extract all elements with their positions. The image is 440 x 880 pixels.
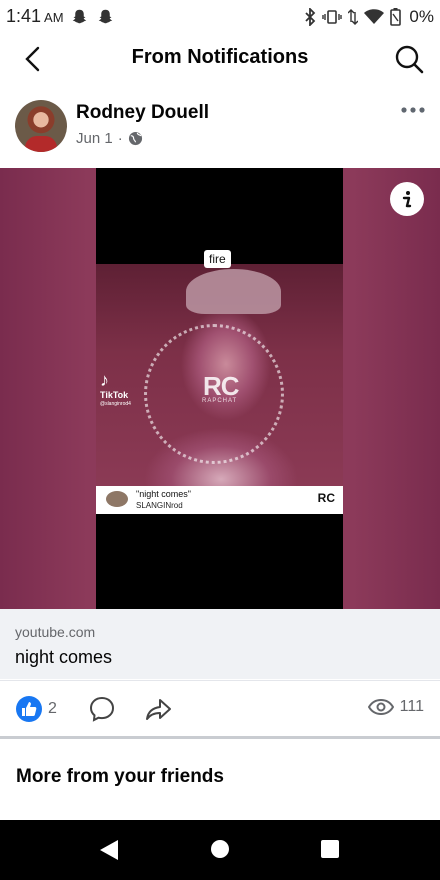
rapchat-watermark-sub: RAPCHAT xyxy=(202,398,238,404)
fire-label: fire xyxy=(204,250,231,268)
share-icon[interactable] xyxy=(144,695,172,723)
snapchat-icon xyxy=(98,9,113,24)
nav-home-icon[interactable] xyxy=(211,840,229,858)
link-domain: youtube.com xyxy=(15,624,96,640)
view-count: 111 xyxy=(367,698,424,716)
post-header: Rodney Douell Jun 1 · xyxy=(0,92,440,162)
like-button[interactable] xyxy=(16,696,42,722)
battery-icon xyxy=(390,8,402,26)
nav-back-icon[interactable] xyxy=(98,839,120,861)
page-title: From Notifications xyxy=(131,46,309,68)
eye-icon xyxy=(367,698,394,716)
tiktok-label: TikTok xyxy=(100,390,129,400)
clock-ampm: AM xyxy=(44,10,64,25)
song-logo: RC xyxy=(317,491,335,505)
tiktok-watermark: ♪ TikTok xyxy=(100,371,128,400)
video-thumbnail: RC RAPCHAT ♪ TikTok @slanginrod4 xyxy=(96,264,343,486)
person-cap xyxy=(186,269,281,314)
meta-separator: · xyxy=(117,130,123,147)
section-divider xyxy=(0,736,440,739)
link-preview[interactable]: youtube.com night comes xyxy=(0,609,440,679)
link-title: night comes xyxy=(15,647,113,667)
nav-recents-icon[interactable] xyxy=(321,840,339,858)
post-meta: Jun 1 · xyxy=(76,130,143,147)
status-bar: 1:41 AM 0% xyxy=(0,0,440,34)
view-count-value: 111 xyxy=(399,698,424,715)
globe-icon xyxy=(128,131,142,146)
info-button[interactable] xyxy=(390,182,424,216)
song-title: "night comes" xyxy=(136,489,191,499)
song-bar: "night comes" SLANGINrod RC xyxy=(96,486,343,514)
tiktok-handle: @slanginrod4 xyxy=(100,401,131,407)
avatar-shirt xyxy=(25,136,57,152)
song-thumbnail xyxy=(106,491,128,507)
data-icon xyxy=(348,9,359,25)
status-time: 1:41 AM xyxy=(6,6,64,27)
system-nav-bar xyxy=(0,820,440,880)
avatar[interactable] xyxy=(15,100,67,152)
post-date[interactable]: Jun 1 xyxy=(76,130,113,147)
video-media[interactable]: RC RAPCHAT ♪ TikTok @slanginrod4 fire "n… xyxy=(0,168,440,609)
vibrate-icon xyxy=(322,10,343,24)
song-artist: SLANGINrod xyxy=(136,501,183,510)
thumbs-up-icon xyxy=(22,702,37,716)
tiktok-icon: ♪ xyxy=(100,370,109,390)
comment-icon[interactable] xyxy=(88,695,116,723)
wifi-icon xyxy=(364,9,385,24)
bluetooth-icon xyxy=(305,8,316,26)
top-header: From Notifications xyxy=(0,34,440,84)
like-count[interactable]: 2 xyxy=(48,700,57,718)
search-icon[interactable] xyxy=(392,42,426,76)
video-frame[interactable]: RC RAPCHAT ♪ TikTok @slanginrod4 fire "n… xyxy=(96,168,343,609)
section-title: More from your friends xyxy=(16,766,224,787)
info-icon xyxy=(402,191,412,208)
author-name[interactable]: Rodney Douell xyxy=(76,102,209,124)
battery-level: 0% xyxy=(409,7,434,26)
action-bar: 2 111 xyxy=(0,680,440,736)
more-horizontal-icon[interactable] xyxy=(400,100,426,120)
clock-time: 1:41 xyxy=(6,6,42,26)
snapchat-icon xyxy=(72,9,87,24)
